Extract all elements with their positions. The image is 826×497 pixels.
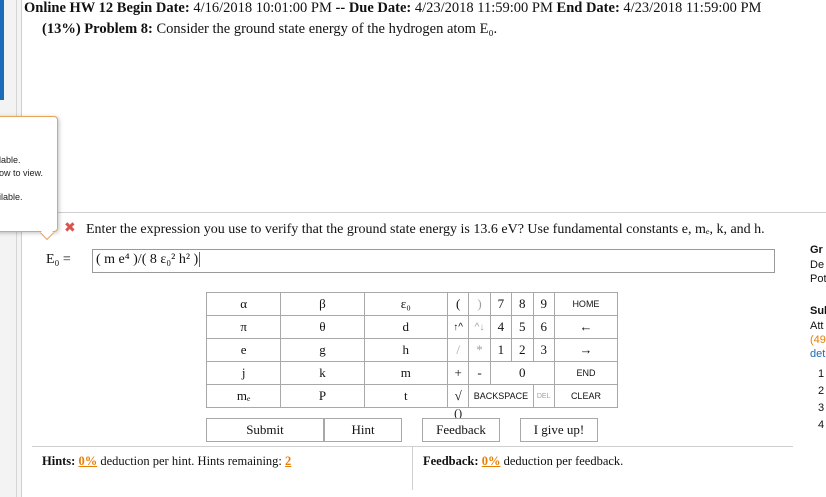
side-panel: Gr De Pot Sul Att (49 det 1 2 3 4 [806, 244, 826, 444]
key-home[interactable]: HOME [553, 292, 619, 316]
key-3[interactable]: 3 [532, 338, 555, 362]
problem-statement: (13%) Problem 8: Consider the ground sta… [42, 21, 497, 38]
feedback-label: Feedback: [423, 454, 479, 468]
key-5[interactable]: 5 [511, 315, 534, 339]
key-beta[interactable]: β [280, 292, 365, 316]
key-d[interactable]: d [363, 315, 448, 339]
left-accent-strip [0, 0, 4, 100]
key-end[interactable]: END [553, 361, 619, 385]
give-up-button[interactable]: I give up! [520, 418, 598, 442]
feedback-text: deduction per feedback. [503, 454, 624, 468]
end-date-label: End Date: [556, 0, 620, 16]
side-panel-line: Att [810, 320, 824, 332]
side-panel-line: Gr [810, 244, 823, 256]
key-e[interactable]: e [205, 338, 282, 362]
key-divide[interactable]: / [446, 338, 470, 362]
problem-label: (13%) Problem 8: [42, 21, 153, 37]
key-m-e[interactable]: mₑ [205, 384, 282, 408]
feedback-deduction: 0% [481, 454, 501, 468]
key-m[interactable]: m [363, 361, 448, 385]
incorrect-x-icon: ✖ [64, 220, 76, 236]
hints-text: deduction per hint. Hints remaining: [100, 454, 282, 468]
answer-value: ( m e⁴ )/( 8 ε₀² h² ) [96, 252, 199, 267]
side-panel-line: 1 [818, 368, 825, 380]
popup-line: ow to view. [0, 168, 44, 178]
key-clear[interactable]: CLEAR [553, 384, 619, 408]
side-panel-line: Sul [810, 305, 826, 317]
key-right-arrow[interactable]: → [553, 338, 619, 362]
key-open-paren[interactable]: ( [446, 292, 470, 316]
due-date: 4/23/2018 11:59:00 PM [414, 0, 553, 16]
assignment-header: Online HW 12 Begin Date: 4/16/2018 10:01… [24, 0, 824, 18]
info-popup: lable. ow to view. ilable. [0, 116, 58, 232]
key-epsilon0[interactable]: ε₀ [363, 292, 448, 316]
key-backspace[interactable]: BACKSPACE [468, 384, 534, 408]
header-separator: -- [335, 0, 346, 16]
key-8[interactable]: 8 [511, 292, 534, 316]
key-minus[interactable]: - [468, 361, 491, 385]
side-panel-line: 2 [818, 385, 825, 397]
hints-panel: Hints: 0% deduction per hint. Hints rema… [32, 446, 412, 490]
key-g[interactable]: g [280, 338, 365, 362]
key-del[interactable]: DEL [532, 384, 555, 408]
hints-label: Hints: [42, 454, 76, 468]
key-k[interactable]: k [280, 361, 365, 385]
side-panel-line: De [810, 259, 825, 271]
key-1[interactable]: 1 [489, 338, 513, 362]
key-0[interactable]: 0 [489, 361, 555, 385]
assignment-title: Online HW 12 [24, 0, 114, 16]
answer-label: E₀ = [46, 252, 71, 267]
key-6[interactable]: 6 [532, 315, 555, 339]
hint-button[interactable]: Hint [324, 418, 402, 442]
key-h[interactable]: h [363, 338, 448, 362]
key-plus[interactable]: + [446, 361, 470, 385]
begin-date: 4/16/2018 10:01:00 PM [193, 0, 332, 16]
key-close-paren[interactable]: ) [468, 292, 491, 316]
key-t[interactable]: t [363, 384, 448, 408]
feedback-panel: Feedback: 0% deduction per feedback. [413, 446, 793, 490]
side-panel-line: 3 [818, 402, 825, 414]
key-p[interactable]: P [280, 384, 365, 408]
key-j[interactable]: j [205, 361, 282, 385]
side-panel-line: Pot [810, 273, 826, 285]
key-left-arrow[interactable]: ← [553, 315, 619, 339]
side-panel-line: (49 [810, 334, 826, 346]
key-4[interactable]: 4 [489, 315, 513, 339]
end-date: 4/23/2018 11:59:00 PM [623, 0, 762, 16]
key-theta[interactable]: θ [280, 315, 365, 339]
hints-deduction: 0% [78, 454, 98, 468]
section-divider [22, 212, 826, 213]
key-sqrt[interactable]: √ [446, 384, 470, 408]
key-2[interactable]: 2 [511, 338, 534, 362]
feedback-button[interactable]: Feedback [422, 418, 500, 442]
begin-date-label: Begin Date: [116, 0, 190, 16]
side-panel-line: det [810, 348, 826, 360]
text-cursor [199, 252, 201, 268]
key-superscript[interactable]: ↑^ [446, 315, 470, 339]
key-alpha[interactable]: α [205, 292, 282, 316]
symbol-keypad: α β ε₀ ( ) 7 8 9 HOME π θ d ↑^ ^↓ 4 5 6 … [205, 292, 619, 431]
key-9[interactable]: 9 [532, 292, 555, 316]
due-date-label: Due Date: [348, 0, 412, 16]
key-multiply[interactable]: * [468, 338, 491, 362]
side-panel-line: 4 [818, 419, 825, 431]
answer-input[interactable]: ( m e⁴ )/( 8 ε₀² h² ) [92, 249, 775, 273]
gutter-divider [16, 0, 17, 497]
problem-text: Consider the ground state energy of the … [156, 21, 498, 37]
hints-remaining[interactable]: 2 [285, 454, 291, 468]
key-subscript[interactable]: ^↓ [468, 315, 491, 339]
key-pi[interactable]: π [205, 315, 282, 339]
question-text: Enter the expression you use to verify t… [86, 222, 765, 237]
popup-line: lable. [0, 155, 21, 165]
popup-line: ilable. [0, 192, 23, 202]
submit-button[interactable]: Submit [206, 418, 324, 442]
key-7[interactable]: 7 [489, 292, 513, 316]
